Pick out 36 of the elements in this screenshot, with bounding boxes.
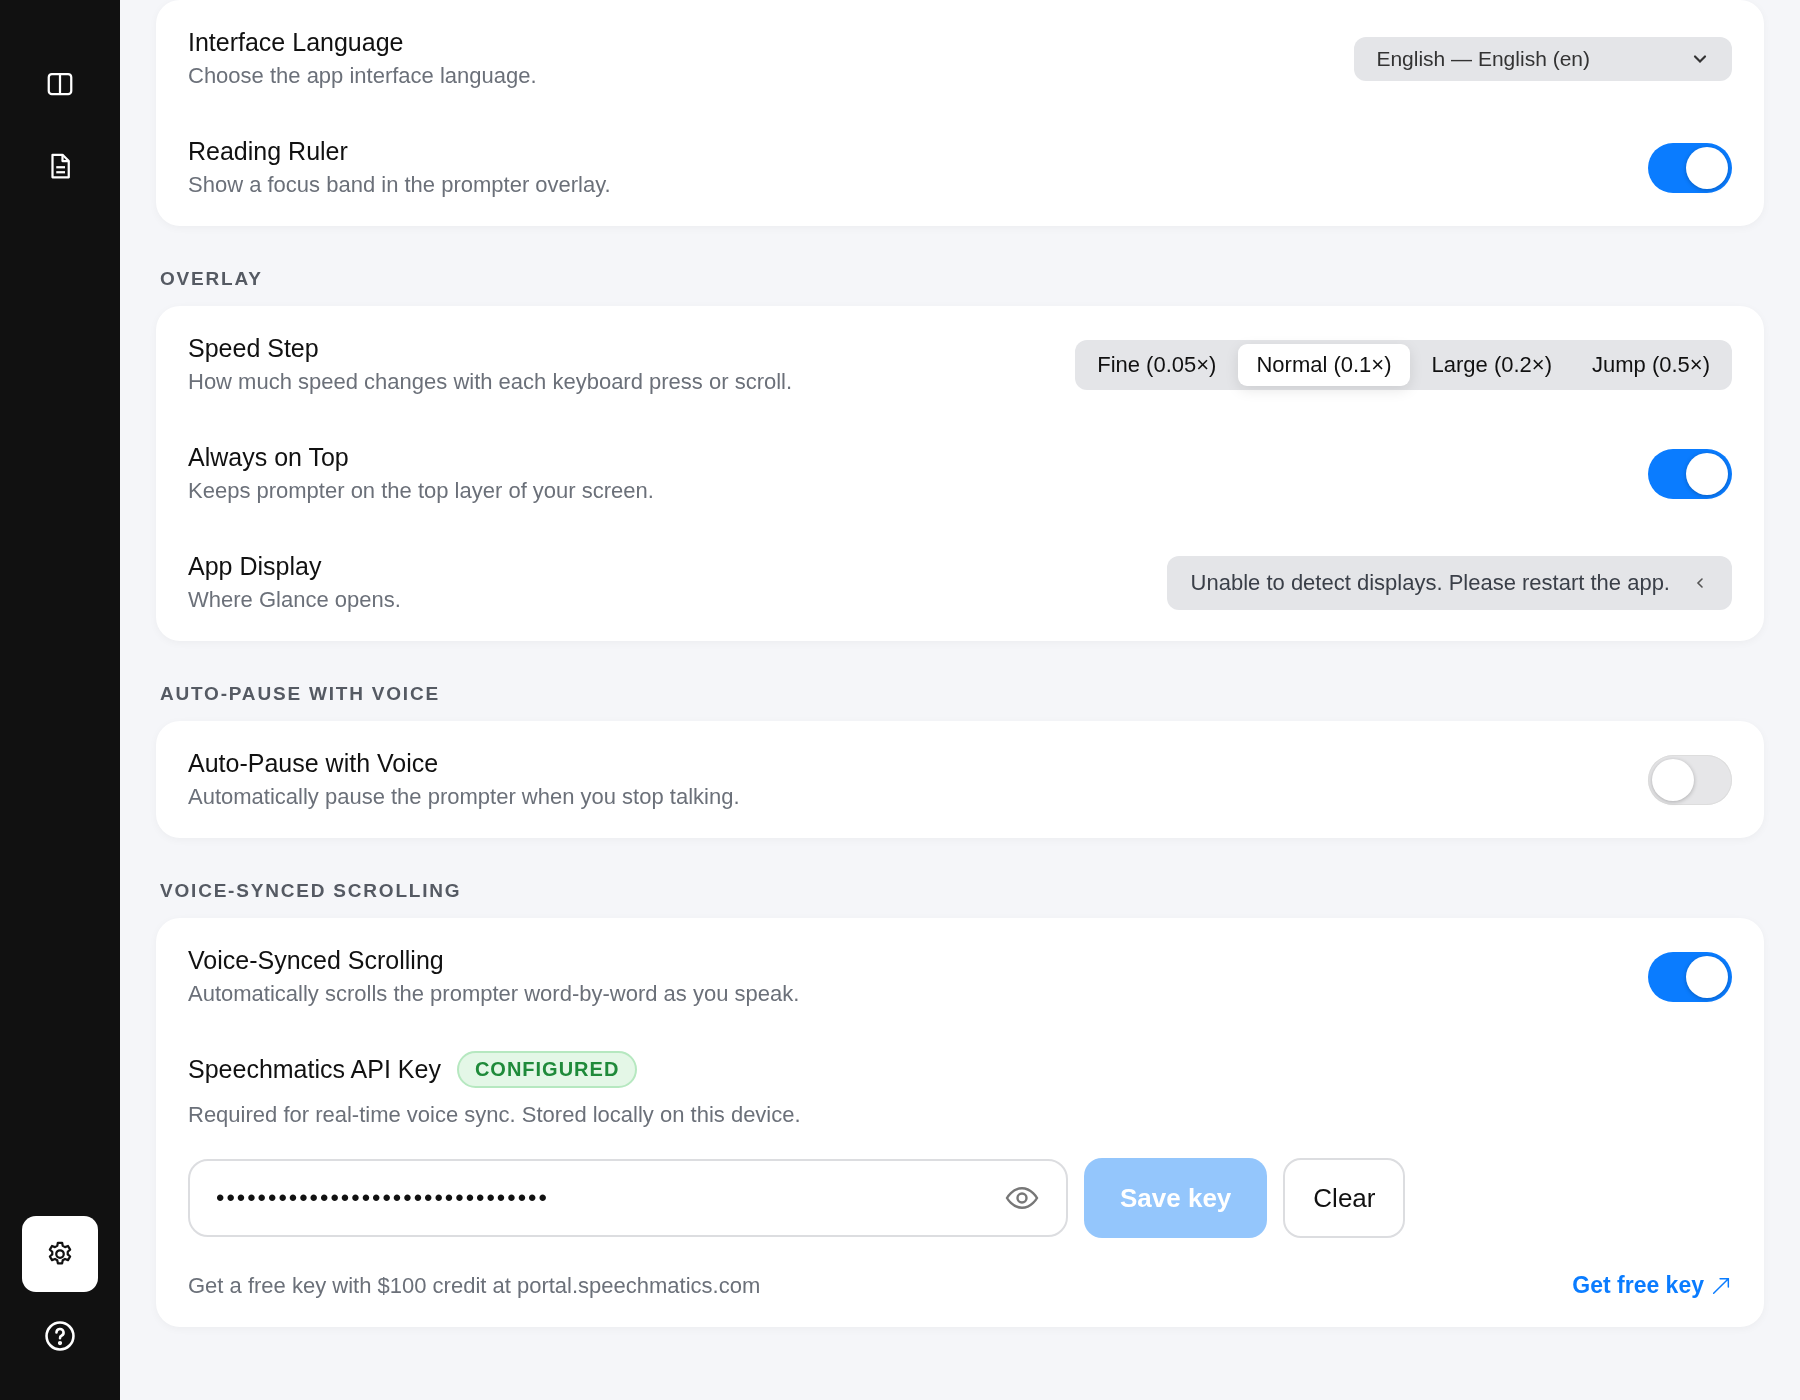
setting-description: Where Glance opens. bbox=[188, 587, 401, 613]
section-heading: OVERLAY bbox=[159, 267, 264, 291]
setting-description: Automatically pause the prompter when you stop talking. bbox=[188, 784, 740, 810]
setting-title: Always on Top bbox=[188, 443, 350, 472]
segment-option[interactable]: Jump (0.5×) bbox=[1574, 343, 1728, 386]
setting-title: Speed Step bbox=[188, 334, 320, 363]
segment-option[interactable]: Fine (0.05×) bbox=[1079, 343, 1235, 386]
help-icon bbox=[43, 1319, 77, 1353]
setting-title: Reading Ruler bbox=[188, 137, 349, 166]
setting-description: Choose the app interface language. bbox=[188, 63, 537, 89]
display-dropdown[interactable]: Unable to detect displays. Please restart the app. bbox=[1166, 555, 1732, 610]
setting-description: How much speed changes with each keyboard press or scroll. bbox=[188, 369, 793, 395]
section-heading: AUTO-PAUSE WITH VOICE bbox=[159, 682, 441, 706]
get-free-key-link[interactable]: Get free key bbox=[1572, 1272, 1732, 1299]
toggle-switch[interactable] bbox=[1648, 951, 1732, 1002]
setting-description: Required for real-time voice sync. Stored locally on this device. bbox=[188, 1102, 802, 1128]
toggle-switch[interactable] bbox=[1648, 754, 1732, 805]
setting-description: Keeps prompter on the top layer of your screen. bbox=[188, 478, 654, 504]
setting-description: Automatically scrolls the prompter word-by-word as you speak. bbox=[188, 981, 800, 1007]
toggle-switch[interactable] bbox=[1648, 142, 1732, 193]
setting-title: Auto-Pause with Voice bbox=[188, 749, 440, 778]
setting-title: Interface Language bbox=[188, 28, 405, 57]
setting-title: Voice-Synced Scrolling bbox=[188, 946, 445, 975]
setting-description: Show a focus band in the prompter overlay. bbox=[188, 172, 611, 198]
settings-button[interactable] bbox=[22, 1216, 98, 1292]
section-heading: VOICE-SYNCED SCROLLING bbox=[159, 879, 463, 903]
language-dropdown[interactable]: English — English (en) bbox=[1354, 36, 1732, 81]
help-note: Get a free key with $100 credit at portal.speechmatics.com bbox=[188, 1272, 761, 1299]
toggle-switch[interactable] bbox=[1648, 448, 1732, 499]
segment-option[interactable]: Normal (0.1×) bbox=[1238, 343, 1410, 386]
setting-title: App Display bbox=[188, 552, 323, 581]
status-badge: CONFIGURED bbox=[456, 1051, 638, 1088]
clear-button[interactable]: Clear bbox=[1283, 1158, 1406, 1238]
api-key-field[interactable]: •••••••••••••••••••••••••••••••• bbox=[188, 1159, 1068, 1237]
segment-option[interactable]: Large (0.2×) bbox=[1413, 343, 1570, 386]
setting-title: Speechmatics API Key bbox=[188, 1055, 441, 1084]
